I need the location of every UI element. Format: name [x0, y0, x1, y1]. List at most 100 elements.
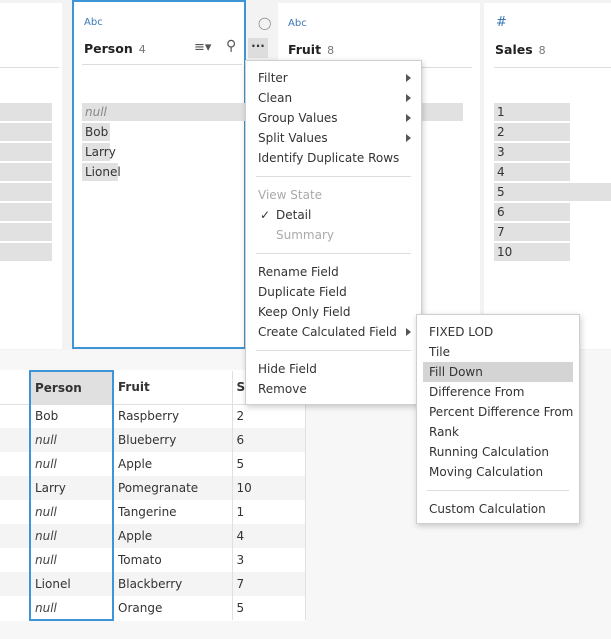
value-bar-2[interactable]: 2	[494, 123, 570, 141]
value-bar-4[interactable]: 4	[494, 163, 570, 181]
value-bar-1[interactable]: 1	[494, 103, 570, 121]
chevron-right-icon	[406, 74, 411, 82]
cell-sales[interactable]: 7	[232, 572, 306, 596]
table-row[interactable]: null Tangerine 1	[0, 500, 306, 524]
sales-field-card[interactable]: # Sales 8 1 2 3 4 5 6 7 10	[484, 3, 611, 349]
menu-item-summary[interactable]: Summary	[246, 225, 421, 245]
submenu-item-fixed-lod[interactable]: FIXED LOD	[417, 322, 579, 342]
menu-item-rename-field[interactable]: Rename Field	[246, 262, 421, 282]
cell-fruit[interactable]: Tangerine	[113, 500, 233, 524]
cell-fruit[interactable]: Tomato	[113, 548, 233, 572]
row-cell	[0, 428, 31, 452]
data-grid: Person Fruit S Bob Raspberry 2 null Blueberr…	[0, 370, 306, 621]
submenu-item-rank[interactable]: Rank	[417, 422, 579, 442]
cell-person[interactable]: Larry	[29, 476, 114, 500]
table-row[interactable]: null Blueberry 6	[0, 428, 306, 452]
cell-sales[interactable]: 4	[232, 524, 306, 548]
table-row[interactable]: null Apple 5	[0, 452, 306, 476]
submenu-item-tile[interactable]: Tile	[417, 342, 579, 362]
value-bar-larry[interactable]: Larry	[82, 143, 116, 161]
menu-item-split-values[interactable]: Split Values	[246, 128, 421, 148]
row-cell	[0, 404, 31, 428]
menu-item-filter[interactable]: Filter	[246, 68, 421, 88]
value-bar-bob[interactable]: Bob	[82, 123, 110, 141]
table-row[interactable]: null Orange 5	[0, 596, 306, 621]
cell-sales[interactable]: 3	[232, 548, 306, 572]
cell-person[interactable]: Bob	[29, 404, 114, 428]
menu-item-detail[interactable]: ✓ Detail	[246, 205, 421, 225]
menu-item-hide-field[interactable]: Hide Field	[246, 359, 421, 379]
submenu-item-running-calculation[interactable]: Running Calculation	[417, 442, 579, 462]
value-bar[interactable]	[0, 103, 52, 121]
menu-item-remove[interactable]: Remove	[246, 379, 421, 399]
submenu-item-difference-from[interactable]: Difference From	[417, 382, 579, 402]
cell-sales[interactable]: 5	[232, 452, 306, 476]
menu-item-identify-duplicate-rows[interactable]: Identify Duplicate Rows	[246, 148, 421, 168]
field-name-fruit[interactable]: Fruit 8	[288, 42, 334, 57]
cell-person[interactable]: null	[29, 428, 114, 452]
menu-item-label: Remove	[258, 382, 307, 396]
table-row[interactable]: Larry Pomegranate 10	[0, 476, 306, 500]
table-row[interactable]: Lionel Blackberry 7	[0, 572, 306, 596]
cell-fruit[interactable]: Orange	[113, 596, 233, 620]
value-bar-5[interactable]: 5	[494, 183, 611, 201]
left-field-card[interactable]	[0, 3, 62, 349]
cell-sales[interactable]: 10	[232, 476, 306, 500]
value-bar[interactable]	[0, 243, 52, 261]
value-bar[interactable]	[0, 203, 52, 221]
cell-fruit[interactable]: Raspberry	[113, 404, 233, 428]
cell-fruit[interactable]: Blueberry	[113, 428, 233, 452]
lightbulb-icon[interactable]: ◯	[258, 16, 271, 30]
menu-item-clean[interactable]: Clean	[246, 88, 421, 108]
table-row[interactable]: null Tomato 3	[0, 548, 306, 572]
value-bar[interactable]	[0, 143, 52, 161]
sort-icon[interactable]: ≡▾	[194, 40, 211, 55]
table-row[interactable]: null Apple 4	[0, 524, 306, 548]
menu-item-duplicate-field[interactable]: Duplicate Field	[246, 282, 421, 302]
submenu-item-percent-difference-from[interactable]: Percent Difference From	[417, 402, 579, 422]
more-options-button[interactable]: ···	[248, 38, 268, 58]
cell-person[interactable]: null	[29, 452, 114, 476]
chevron-right-icon	[406, 328, 411, 336]
value-bar-lionel[interactable]: Lionel	[82, 163, 121, 181]
value-bar-7[interactable]: 7	[494, 223, 570, 241]
cell-sales[interactable]: 1	[232, 500, 306, 524]
value-bar[interactable]	[0, 123, 52, 141]
cell-person[interactable]: Lionel	[29, 572, 114, 596]
cell-fruit[interactable]: Pomegranate	[113, 476, 233, 500]
value-bar[interactable]	[0, 163, 52, 181]
row-cell	[0, 500, 31, 524]
field-name-person[interactable]: Person 4	[84, 41, 146, 56]
value-bar-10[interactable]: 10	[494, 243, 570, 261]
table-row[interactable]: Bob Raspberry 2	[0, 404, 306, 428]
cell-person[interactable]: null	[29, 548, 114, 572]
cell-fruit[interactable]: Apple	[113, 452, 233, 476]
person-field-card[interactable]: Abc ◯ Person 4 ≡▾ ⚲ ··· null Bob Larry Lione…	[72, 0, 271, 349]
cell-person[interactable]: null	[29, 500, 114, 524]
menu-item-label: Clean	[258, 91, 293, 105]
field-options-menu: Filter Clean Group Values Split Values Ident…	[245, 60, 422, 405]
value-bar-3[interactable]: 3	[494, 143, 570, 161]
value-bar[interactable]	[0, 223, 52, 241]
menu-item-create-calculated-field[interactable]: Create Calculated Field	[246, 322, 421, 342]
value-bar[interactable]	[0, 183, 52, 201]
cell-sales[interactable]: 6	[232, 428, 306, 452]
column-header-person[interactable]: Person	[29, 370, 114, 405]
submenu-item-fill-down[interactable]: Fill Down	[423, 362, 573, 382]
cell-fruit[interactable]: Apple	[113, 524, 233, 548]
cell-sales[interactable]: 5	[232, 596, 306, 620]
menu-item-group-values[interactable]: Group Values	[246, 108, 421, 128]
submenu-item-moving-calculation[interactable]: Moving Calculation	[417, 462, 579, 482]
string-type-icon[interactable]: Abc	[84, 17, 103, 28]
value-bar-null[interactable]: null	[82, 103, 254, 121]
value-bar-6[interactable]: 6	[494, 203, 570, 221]
column-header-fruit[interactable]: Fruit	[113, 371, 233, 405]
menu-item-keep-only-field[interactable]: Keep Only Field	[246, 302, 421, 322]
cell-sales[interactable]: 2	[232, 404, 306, 428]
cell-person[interactable]: null	[29, 524, 114, 548]
submenu-item-custom-calculation[interactable]: Custom Calculation	[417, 499, 579, 519]
cell-person[interactable]: null	[29, 596, 114, 621]
field-name-sales[interactable]: Sales 8	[495, 42, 546, 57]
search-icon[interactable]: ⚲	[226, 38, 236, 54]
cell-fruit[interactable]: Blackberry	[113, 572, 233, 596]
